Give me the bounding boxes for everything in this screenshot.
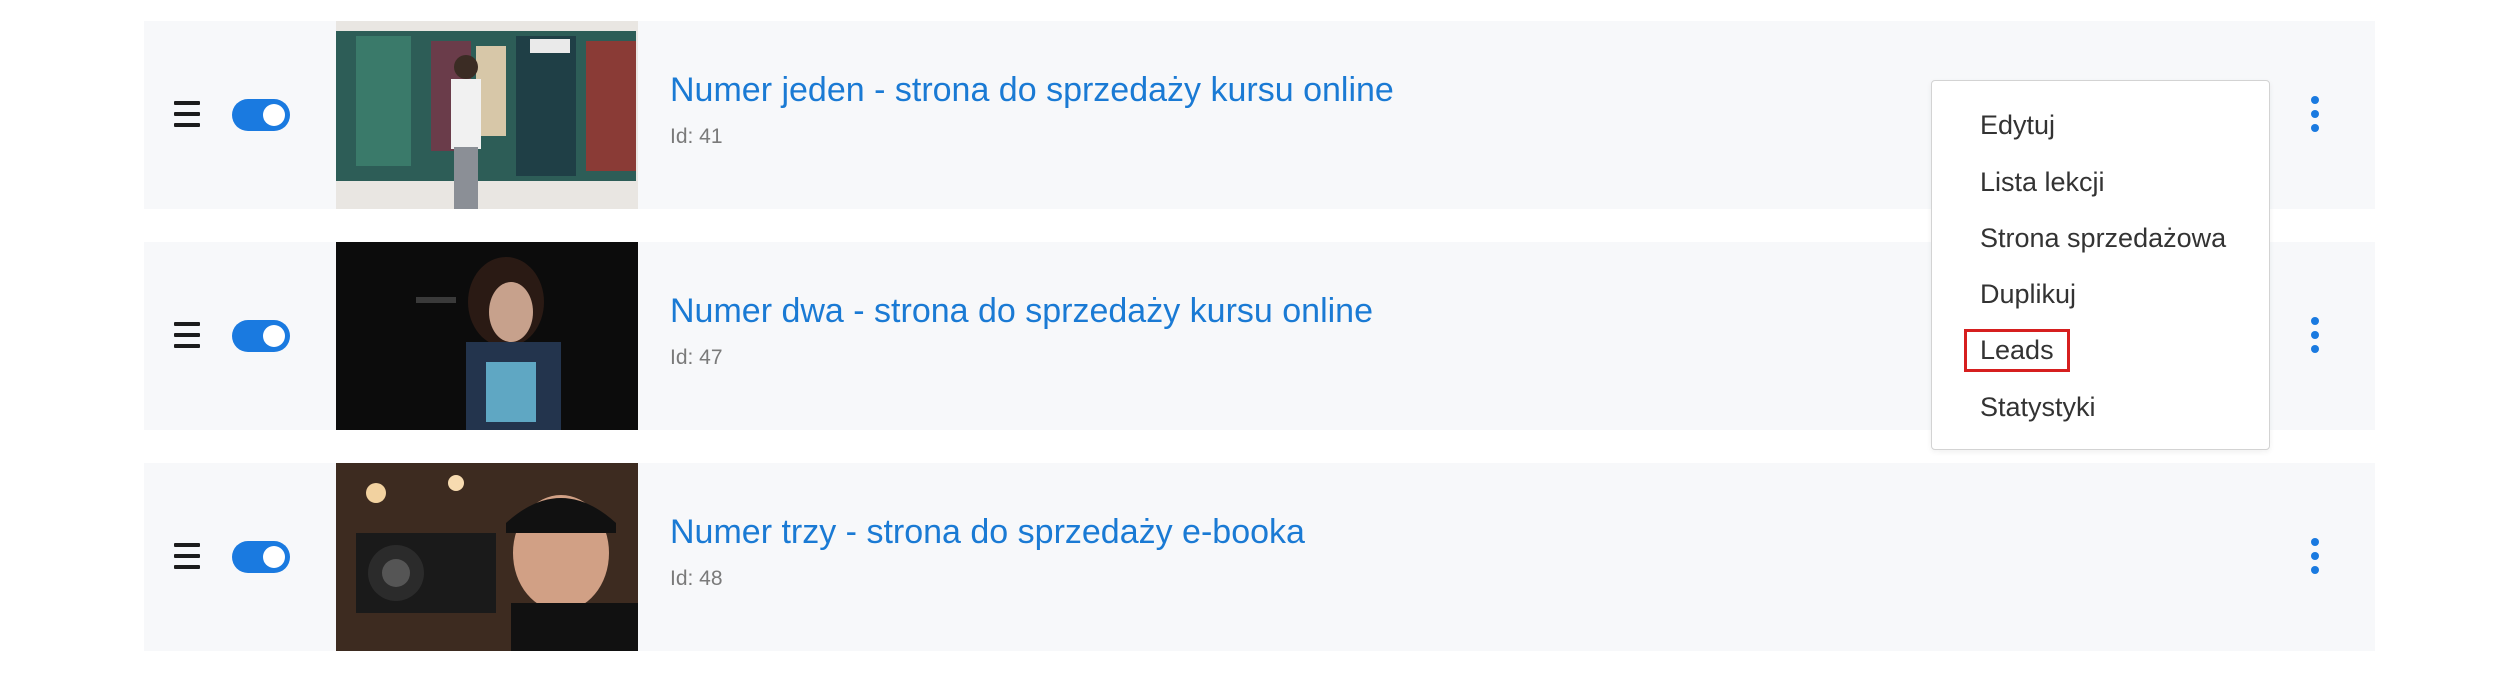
course-title[interactable]: Numer dwa - strona do sprzedaży kursu on… <box>670 292 1373 331</box>
menu-item-sales-page[interactable]: Strona sprzedażowa <box>1980 223 2226 254</box>
drag-handle-icon[interactable] <box>174 543 200 569</box>
menu-item-leads[interactable]: Leads <box>1964 329 2070 372</box>
course-thumbnail <box>336 242 638 430</box>
menu-item-statistics[interactable]: Statystyki <box>1980 392 2096 423</box>
course-id: Id: 47 <box>670 346 723 369</box>
menu-item-edit[interactable]: Edytuj <box>1980 110 2055 141</box>
course-thumbnail <box>336 463 638 651</box>
more-vertical-icon[interactable] <box>2310 96 2320 132</box>
toggle-switch[interactable] <box>232 99 290 131</box>
course-row: Numer trzy - strona do sprzedaży e-booka… <box>144 463 2375 651</box>
course-title[interactable]: Numer trzy - strona do sprzedaży e-booka <box>670 513 1305 552</box>
menu-item-lessons[interactable]: Lista lekcji <box>1980 167 2105 198</box>
course-thumbnail <box>336 21 638 209</box>
course-title[interactable]: Numer jeden - strona do sprzedaży kursu … <box>670 71 1394 110</box>
toggle-switch[interactable] <box>232 320 290 352</box>
drag-handle-icon[interactable] <box>174 322 200 348</box>
course-id: Id: 41 <box>670 125 723 148</box>
more-vertical-icon[interactable] <box>2310 317 2320 353</box>
more-vertical-icon[interactable] <box>2310 538 2320 574</box>
toggle-switch[interactable] <box>232 541 290 573</box>
course-id: Id: 48 <box>670 567 723 590</box>
row-actions-menu: Edytuj Lista lekcji Strona sprzedażowa D… <box>1931 80 2270 450</box>
drag-handle-icon[interactable] <box>174 101 200 127</box>
menu-item-duplicate[interactable]: Duplikuj <box>1980 279 2076 310</box>
